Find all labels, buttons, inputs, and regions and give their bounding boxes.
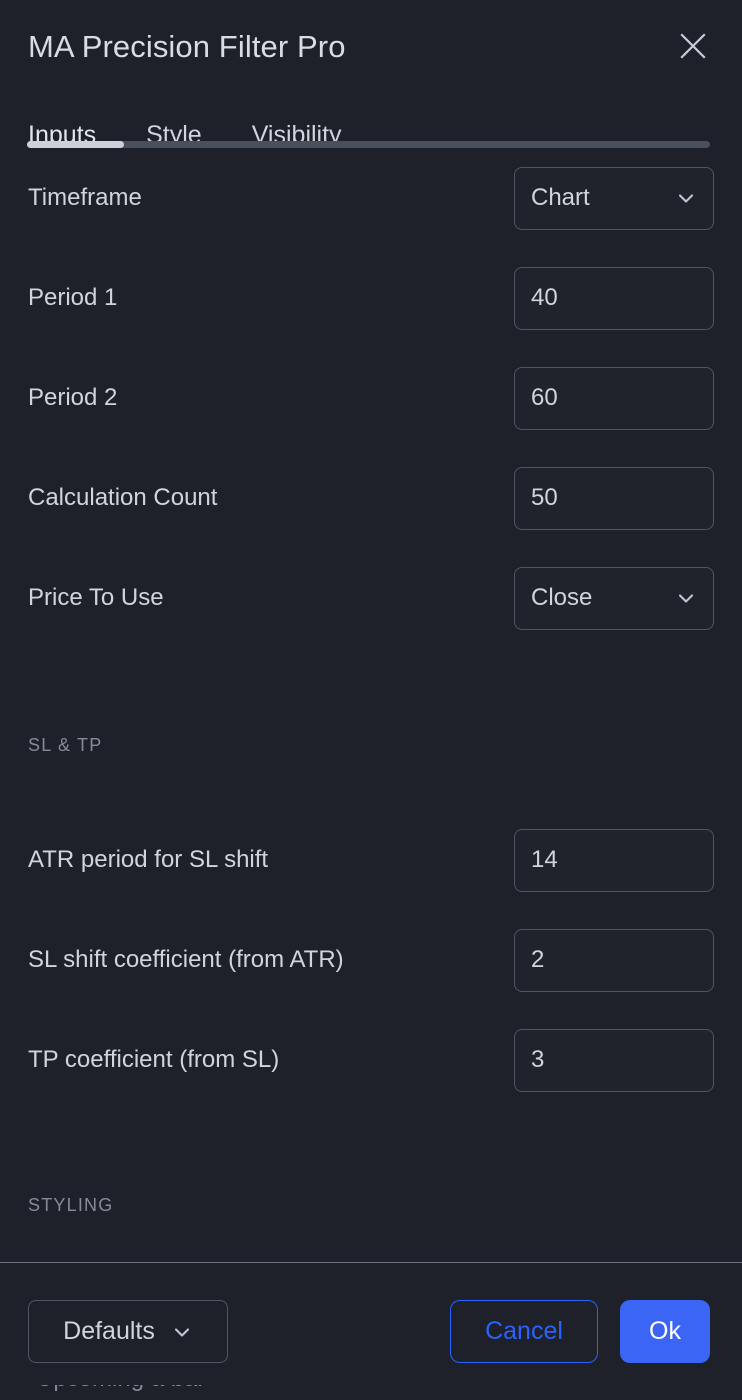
price-to-use-value: Close [531,586,593,610]
atr-period-input[interactable]: 14 [514,828,714,892]
dialog-title: MA Precision Filter Pro [28,28,346,64]
section-title: STYLING [28,1195,114,1215]
chevron-down-icon [678,194,694,203]
tab-bar: Inputs Style Visibility [0,92,742,148]
setting-label: TP coefficient (from SL) [28,1046,280,1073]
close-icon[interactable] [671,24,715,68]
clipped-background-text: Upcoming a bar [36,1385,205,1391]
calculation-count-value: 50 [531,486,558,510]
setting-label: Price To Use [28,584,164,611]
period-1-input[interactable]: 40 [514,266,714,330]
indicator-settings-dialog: MA Precision Filter Pro Inputs Style Vis… [0,0,742,1400]
cancel-button[interactable]: Cancel [450,1300,598,1363]
period-2-value: 60 [531,386,558,410]
period-1-value: 40 [531,286,558,310]
section-title: SL & TP [28,735,103,755]
price-to-use-select[interactable]: Close [514,566,714,630]
atr-period-value: 14 [531,848,558,872]
tp-coefficient-input[interactable]: 3 [514,1028,714,1092]
timeframe-value: Chart [531,186,590,210]
defaults-dropdown-button[interactable]: Defaults [28,1300,228,1363]
setting-row-tp-coefficient: TP coefficient (from SL) 3 [28,1010,714,1110]
setting-label: Timeframe [28,184,142,211]
settings-scroll-area[interactable]: Timeframe Chart Period 1 40 Period 2 60 [0,148,742,1262]
setting-row-period-2: Period 2 60 [28,348,714,448]
setting-label: Period 2 [28,384,118,411]
setting-row-sl-shift-coefficient: SL shift coefficient (from ATR) 2 [28,910,714,1010]
tab-scrollbar-thumb[interactable] [27,141,124,148]
calculation-count-input[interactable]: 50 [514,466,714,530]
setting-row-atr-period: ATR period for SL shift 14 [28,810,714,910]
clipped-background-row: Upcoming a bar [0,1385,742,1400]
sl-shift-coefficient-input[interactable]: 2 [514,928,714,992]
section-header-styling: STYLING [28,1170,714,1240]
setting-row-period-1: Period 1 40 [28,248,714,348]
setting-label: ATR period for SL shift [28,846,269,873]
setting-label: Calculation Count [28,484,218,511]
sl-shift-coefficient-value: 2 [531,948,545,972]
dialog-footer: Defaults Cancel Ok [0,1263,742,1400]
setting-label: SL shift coefficient (from ATR) [28,946,344,973]
footer-actions: Cancel Ok [450,1300,710,1363]
tp-coefficient-value: 3 [531,1048,545,1072]
timeframe-select[interactable]: Chart [514,166,714,230]
dialog-header: MA Precision Filter Pro [0,0,742,92]
ok-button[interactable]: Ok [620,1300,710,1363]
setting-row-price-to-use: Price To Use Close [28,548,714,648]
setting-row-calculation-count: Calculation Count 50 [28,448,714,548]
period-2-input[interactable]: 60 [514,366,714,430]
defaults-label: Defaults [63,1317,155,1345]
chevron-down-icon [678,594,694,603]
section-header-sl-tp: SL & TP [28,710,714,780]
tab-scrollbar-track[interactable] [27,141,710,148]
chevron-down-icon [174,1327,189,1337]
setting-row-timeframe: Timeframe Chart [28,148,714,248]
setting-label: Period 1 [28,284,118,311]
